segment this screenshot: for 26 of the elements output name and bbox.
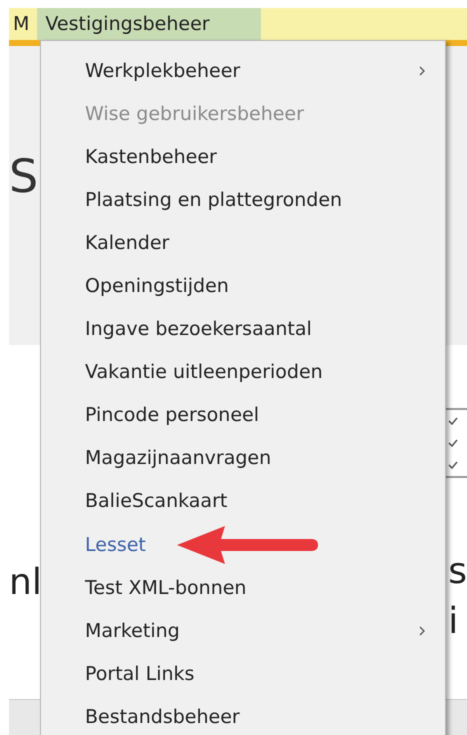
menu-bar-item[interactable]: Vestigingsbeheer [37, 8, 262, 40]
menu-item[interactable]: Plaatsing en plattegronden [41, 178, 445, 222]
body-text: nl [9, 563, 42, 603]
chevron-right-icon [419, 626, 425, 636]
menu-item[interactable]: Pincode personeel [41, 394, 445, 437]
menu-item[interactable]: Marketing [41, 609, 445, 652]
check-icon [448, 461, 458, 469]
menu-item[interactable]: BalieScankaart [41, 480, 445, 524]
menu-item[interactable]: Openingstijden [41, 264, 445, 308]
menu-item[interactable]: Portal Links [41, 652, 445, 696]
check-icon [448, 439, 458, 447]
menu-item[interactable]: Lesset [41, 523, 445, 566]
menu-item[interactable]: Kalender [41, 221, 445, 264]
heading-text: S [9, 148, 38, 202]
body-text: i [448, 602, 460, 642]
check-icon [448, 417, 458, 425]
chevron-right-icon [419, 66, 425, 76]
menu-bar-item[interactable]: M [9, 8, 38, 40]
menu-item[interactable]: Magazijnaanvragen [41, 436, 445, 480]
body-text: s [448, 552, 467, 592]
menu-item[interactable]: Ingave bezoekersaantal [41, 308, 445, 351]
menu-item[interactable]: Vakantie uitleenperioden [41, 350, 445, 394]
menu-item[interactable]: Test XML-bonnen [41, 566, 445, 610]
menu-item[interactable]: Werkplekbeheer [41, 49, 445, 92]
menu-item[interactable]: Kastenbeheer [41, 135, 445, 178]
menu-item[interactable]: Bestandsbeheer [41, 695, 445, 735]
